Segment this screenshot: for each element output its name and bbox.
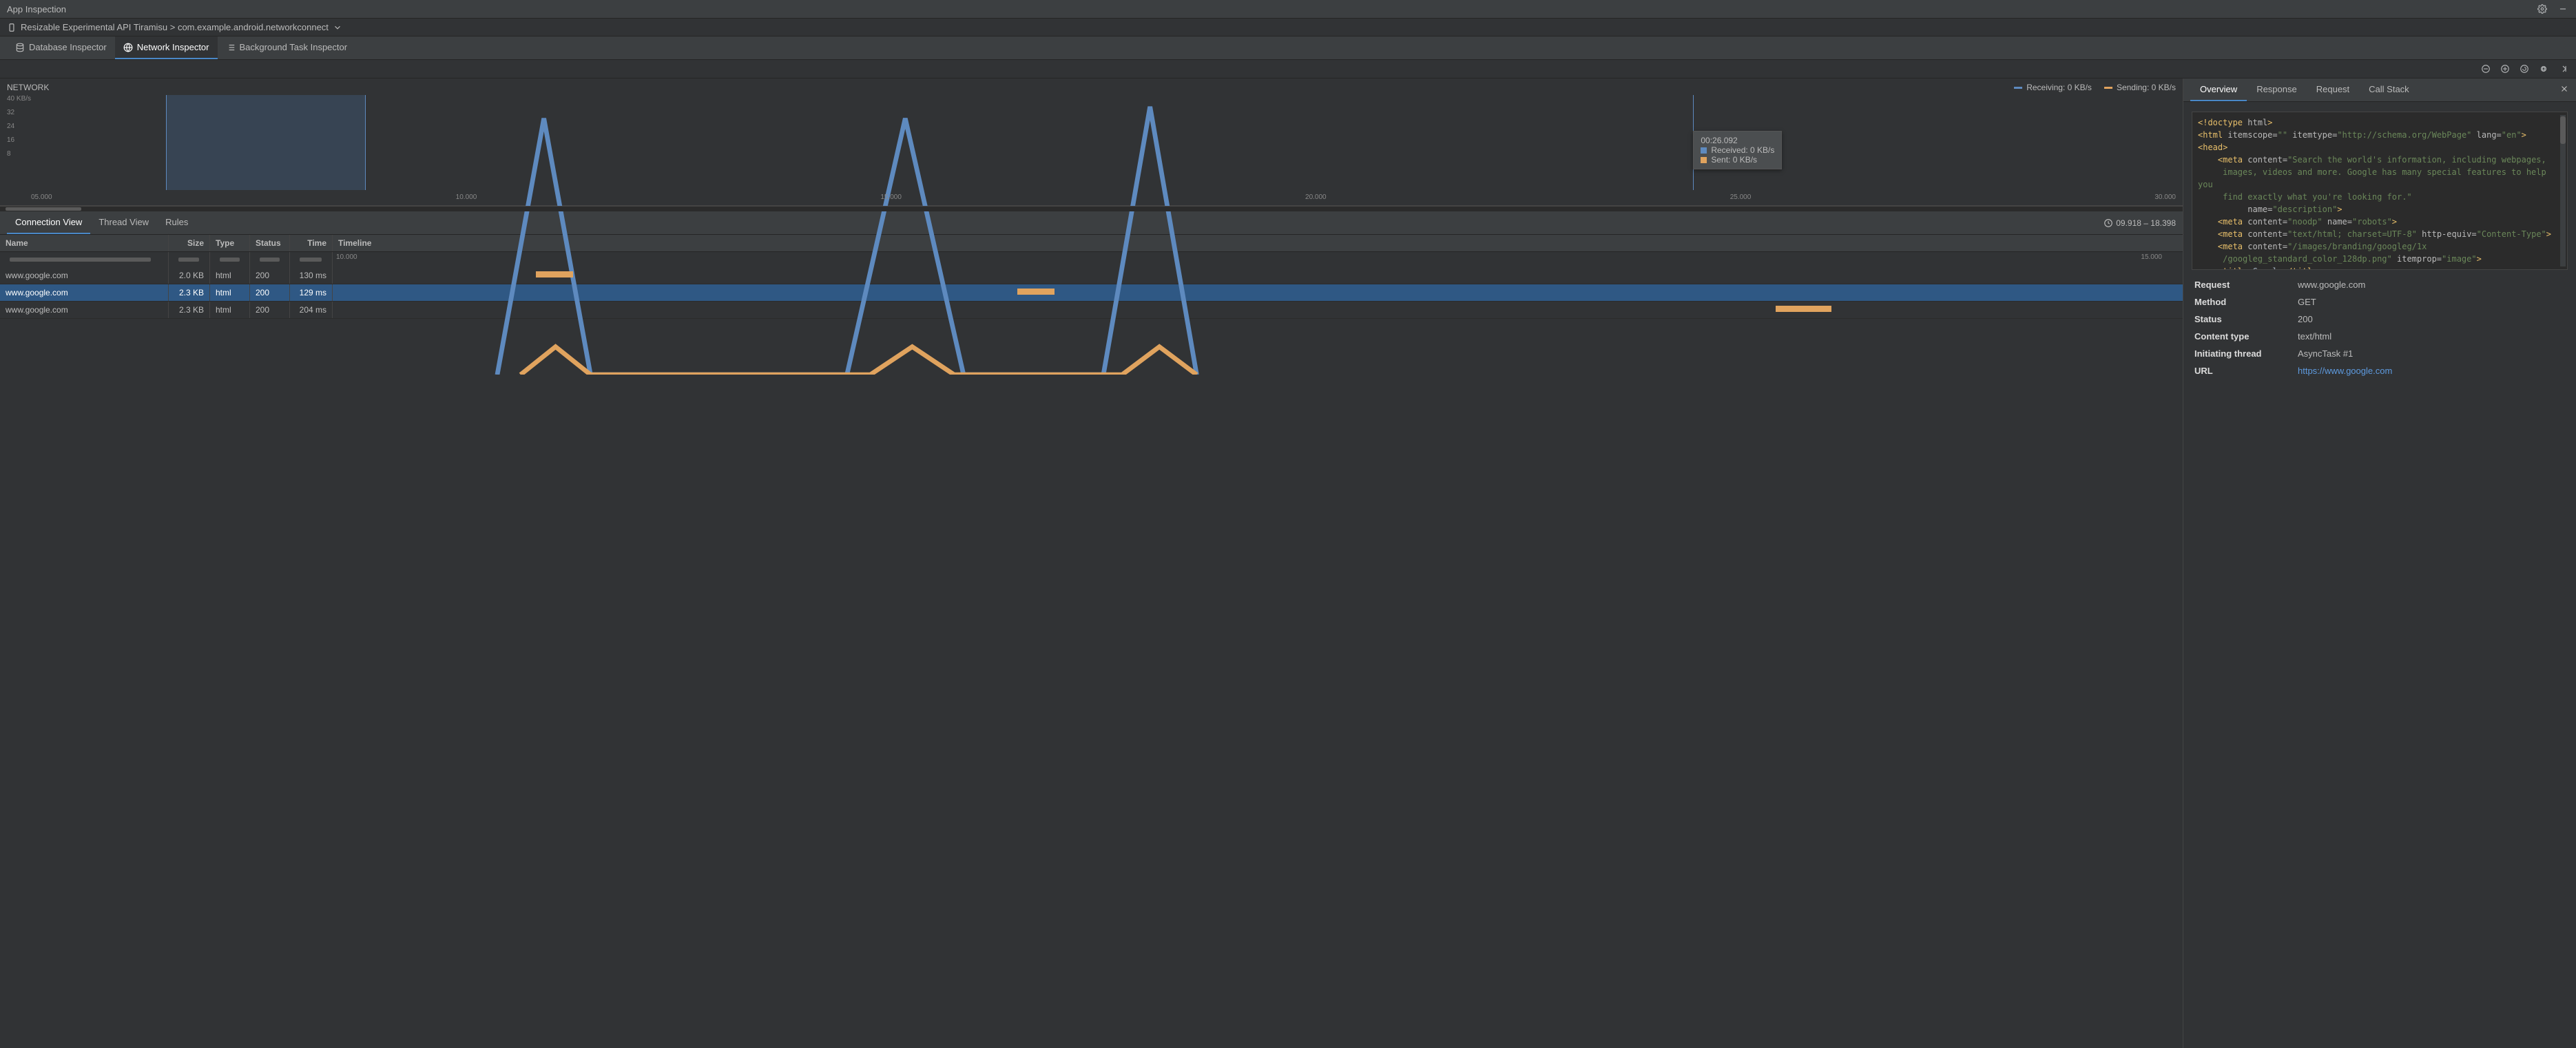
tab-background-task-inspector[interactable]: Background Task Inspector <box>218 36 356 59</box>
detail-properties: Request www.google.com Method GET Status… <box>2183 275 2576 384</box>
tab-label: Background Task Inspector <box>240 42 348 52</box>
device-label: Resizable Experimental API Tiramisu > co… <box>21 22 329 32</box>
app-title: App Inspection <box>7 4 66 14</box>
zoom-selection-icon[interactable] <box>2537 63 2550 75</box>
kv-url-key: URL <box>2194 366 2298 376</box>
detail-pane: Overview Response Request Call Stack <!d… <box>2183 78 2576 1048</box>
cell-timeline <box>333 302 2183 318</box>
title-bar: App Inspection <box>0 0 2576 19</box>
tab-label: Database Inspector <box>29 42 107 52</box>
kv-ctype-val: text/html <box>2298 331 2565 342</box>
timeline-bar <box>1776 306 1831 312</box>
timeline-ticks: 10.000 15.000 <box>333 253 2183 261</box>
device-icon <box>7 23 17 32</box>
tooltip-received: Received: 0 KB/s <box>1711 145 1774 155</box>
chart-legend: Receiving: 0 KB/s Sending: 0 KB/s <box>2014 83 2176 92</box>
chart-scrollbar-thumb[interactable] <box>6 207 81 211</box>
kv-method-val: GET <box>2298 297 2565 307</box>
chart-scrollbar[interactable] <box>0 206 2183 211</box>
kv-request-key: Request <box>2194 280 2298 290</box>
network-chart[interactable]: NETWORK Receiving: 0 KB/s Sending: 0 KB/… <box>0 78 2183 206</box>
chart-tooltip: 00:26.092 Received: 0 KB/s Sent: 0 KB/s <box>1693 131 1782 169</box>
th-timeline[interactable]: Timeline <box>333 235 2183 251</box>
detail-tabs: Overview Response Request Call Stack <box>2183 78 2576 102</box>
tab-database-inspector[interactable]: Database Inspector <box>7 36 115 59</box>
go-live-icon[interactable] <box>2557 63 2569 75</box>
timeline-bar <box>536 271 573 277</box>
kv-request-val: www.google.com <box>2298 280 2565 290</box>
kv-ctype-key: Content type <box>2194 331 2298 342</box>
kv-status-key: Status <box>2194 314 2298 324</box>
zoom-out-icon[interactable] <box>2480 63 2492 75</box>
kv-thread-key: Initiating thread <box>2194 348 2298 359</box>
tooltip-sent: Sent: 0 KB/s <box>1711 155 1757 165</box>
legend-receiving: Receiving: 0 KB/s <box>2026 83 2092 92</box>
globe-icon <box>123 43 133 52</box>
tab-response[interactable]: Response <box>2247 78 2307 101</box>
kv-method-key: Method <box>2194 297 2298 307</box>
gear-icon[interactable] <box>2536 3 2548 15</box>
tab-label: Network Inspector <box>137 42 209 52</box>
chart-title: NETWORK <box>7 83 49 92</box>
tab-overview[interactable]: Overview <box>2190 78 2247 101</box>
x-axis-labels: 05.000 10.000 15.000 20.000 25.000 30.00… <box>31 193 2176 201</box>
cell-timeline <box>333 267 2183 284</box>
kv-thread-val: AsyncTask #1 <box>2298 348 2565 359</box>
timeline-bar <box>1017 289 1055 295</box>
zoom-in-icon[interactable] <box>2499 63 2511 75</box>
tab-call-stack[interactable]: Call Stack <box>2359 78 2419 101</box>
legend-sending: Sending: 0 KB/s <box>2117 83 2176 92</box>
chevron-down-icon <box>333 23 342 32</box>
reset-zoom-icon[interactable] <box>2518 63 2531 75</box>
inspector-tabs: Database Inspector Network Inspector Bac… <box>0 36 2576 60</box>
code-scrollbar-thumb[interactable] <box>2560 116 2566 144</box>
tooltip-time: 00:26.092 <box>1701 136 1774 145</box>
close-detail-icon[interactable] <box>2559 84 2569 96</box>
kv-status-val: 200 <box>2298 314 2565 324</box>
tab-network-inspector[interactable]: Network Inspector <box>115 36 218 59</box>
database-icon <box>15 43 25 52</box>
tab-request[interactable]: Request <box>2307 78 2359 101</box>
cell-timeline <box>333 284 2183 301</box>
y-axis-labels: 40 KB/s 32 24 16 8 <box>7 95 31 158</box>
list-icon <box>226 43 236 52</box>
code-scrollbar[interactable] <box>2560 115 2566 266</box>
kv-url-val[interactable]: https://www.google.com <box>2298 366 2565 376</box>
device-selector[interactable]: Resizable Experimental API Tiramisu > co… <box>0 19 2576 36</box>
zoom-toolbar <box>0 60 2576 78</box>
minimize-icon[interactable] <box>2557 3 2569 15</box>
response-preview[interactable]: <!doctype html> <html itemscope="" itemt… <box>2192 112 2568 270</box>
